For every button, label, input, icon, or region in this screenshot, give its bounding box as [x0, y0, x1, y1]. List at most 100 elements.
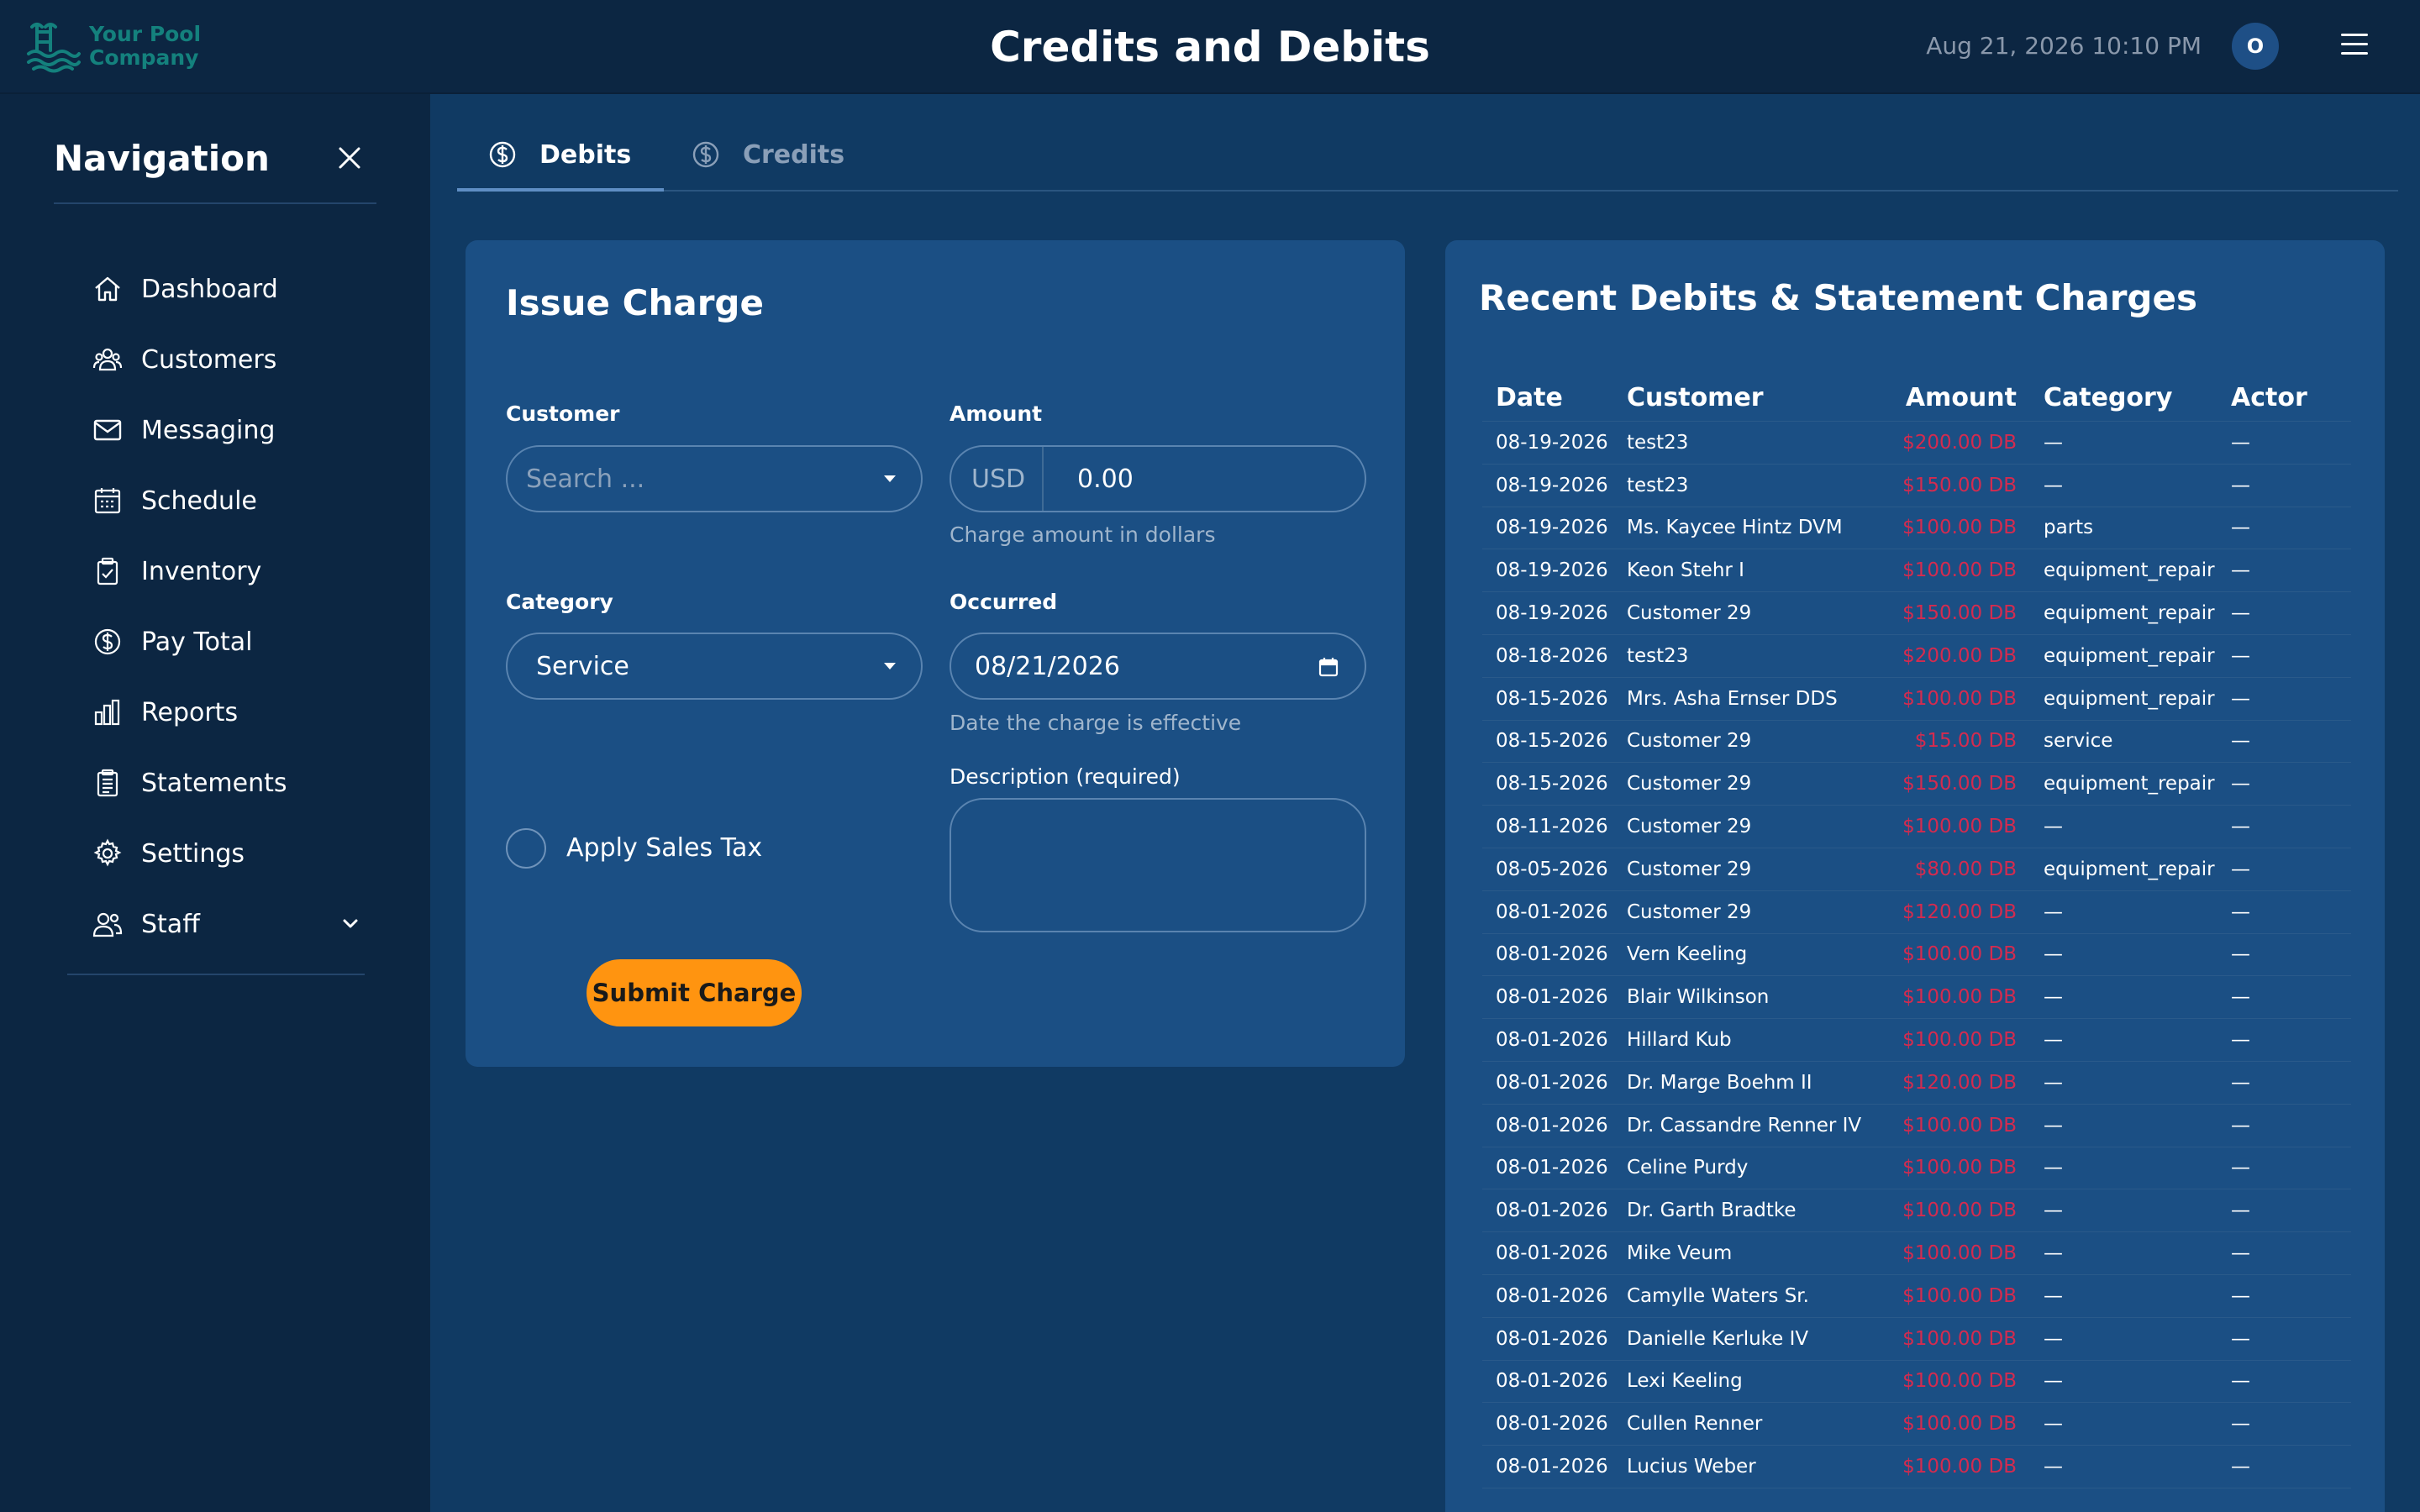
sidebar: Navigation Dashboard Customers Messaging… — [0, 94, 430, 1512]
cell-amount: $100.00 DB — [1902, 1413, 2017, 1436]
tab-debits[interactable]: Debits — [487, 118, 631, 192]
sidebar-item-settings[interactable]: Settings — [92, 818, 361, 889]
apply-sales-tax-checkbox[interactable] — [506, 828, 546, 869]
cell-date: 08-01-2026 — [1496, 943, 1608, 966]
sidebar-item-inventory[interactable]: Inventory — [92, 536, 361, 606]
sidebar-item-label: Messaging — [141, 415, 276, 445]
table-row[interactable]: 08-01-2026 Customer 29 $120.00 DB — — — [1482, 891, 2351, 934]
sidebar-item-schedule[interactable]: Schedule — [92, 465, 361, 536]
table-row[interactable]: 08-19-2026 Ms. Kaycee Hintz DVM $100.00 DB… — [1482, 507, 2351, 550]
cell-amount: $150.00 DB — [1902, 474, 2017, 496]
cell-date: 08-01-2026 — [1496, 1413, 1608, 1436]
cell-category: — — [2044, 1413, 2063, 1436]
category-select[interactable]: Service — [506, 633, 923, 700]
cell-amount: $100.00 DB — [1902, 943, 2017, 966]
table-row[interactable]: 08-01-2026 Lexi Keeling $100.00 DB — — — [1482, 1361, 2351, 1404]
table-row[interactable]: 08-01-2026 Cullen Renner $100.00 DB — — — [1482, 1403, 2351, 1446]
table-row[interactable]: 08-05-2026 Customer 29 $80.00 DB equipment_… — [1482, 848, 2351, 891]
sidebar-item-reports[interactable]: Reports — [92, 677, 361, 748]
cell-customer: test23 — [1627, 474, 1689, 496]
column-header-date[interactable]: Date — [1482, 383, 1627, 412]
close-icon[interactable] — [333, 141, 366, 175]
table-row[interactable]: 08-01-2026 Lucius Weber $100.00 DB — — — [1482, 1446, 2351, 1488]
table-row[interactable]: 08-18-2026 test23 $200.00 DB equipment_repa… — [1482, 635, 2351, 678]
occurred-date-input[interactable]: 08/21/2026 — [950, 633, 1366, 700]
cell-category: equipment_repair — [2044, 773, 2215, 795]
table-row[interactable]: 08-01-2026 Celine Purdy $100.00 DB — — — [1482, 1147, 2351, 1190]
people-icon — [92, 912, 123, 937]
column-header-amount[interactable]: Amount — [1896, 383, 2017, 412]
cell-customer: Customer 29 — [1627, 900, 1752, 923]
customer-search-select[interactable]: Search ... — [506, 445, 923, 512]
divider — [67, 974, 365, 975]
amount-value[interactable]: 0.00 — [1044, 465, 1134, 494]
table-row[interactable]: 08-01-2026 Dr. Garth Bradtke $100.00 DB — — — [1482, 1189, 2351, 1233]
description-textarea[interactable] — [950, 798, 1366, 932]
cell-customer: Vern Keeling — [1627, 943, 1748, 966]
table-row[interactable]: 08-11-2026 Customer 29 $100.00 DB — — — [1482, 806, 2351, 848]
table-row[interactable]: 08-01-2026 Camylle Waters Sr. $100.00 DB — — — [1482, 1275, 2351, 1318]
customer-search-placeholder: Search ... — [526, 464, 645, 494]
cell-actor: — — [2231, 730, 2250, 753]
sidebar-item-dashboard[interactable]: Dashboard — [92, 254, 361, 324]
apply-sales-tax-label[interactable]: Apply Sales Tax — [566, 833, 762, 863]
caret-down-icon — [884, 663, 896, 669]
cell-category: equipment_repair — [2044, 559, 2215, 582]
company-logo[interactable]: Your Pool Company — [25, 18, 249, 74]
table-row[interactable]: 08-01-2026 Danielle Kerluke IV $100.00 DB —… — [1482, 1318, 2351, 1361]
table-row[interactable]: 08-19-2026 test23 $150.00 DB — — — [1482, 465, 2351, 507]
hamburger-menu-icon[interactable] — [2341, 34, 2368, 59]
sidebar-item-pay-total[interactable]: Pay Total — [92, 606, 361, 677]
column-header-customer[interactable]: Customer — [1627, 383, 1896, 412]
cell-amount: $200.00 DB — [1902, 644, 2017, 667]
sidebar-item-customers[interactable]: Customers — [92, 324, 361, 395]
cell-amount: $100.00 DB — [1902, 1456, 2017, 1478]
cell-date: 08-15-2026 — [1496, 773, 1608, 795]
tab-credits[interactable]: Credits — [691, 118, 844, 192]
submit-charge-button[interactable]: Submit Charge — [587, 959, 802, 1026]
column-header-actor[interactable]: Actor — [2223, 383, 2351, 412]
table-row[interactable]: 08-15-2026 Customer 29 $15.00 DB service — — [1482, 721, 2351, 764]
dollar-circle-icon — [489, 141, 516, 168]
sidebar-item-label: Dashboard — [141, 274, 278, 304]
amount-input[interactable]: USD 0.00 — [950, 445, 1366, 512]
cell-amount: $150.00 DB — [1902, 602, 2017, 625]
cell-amount: $100.00 DB — [1902, 1114, 2017, 1137]
table-row[interactable]: 08-01-2026 Mike Veum $100.00 DB — — — [1482, 1232, 2351, 1275]
cell-customer: Dr. Marge Boehm II — [1627, 1071, 1812, 1094]
cell-date: 08-01-2026 — [1496, 1071, 1608, 1094]
recent-debits-title: Recent Debits & Statement Charges — [1479, 277, 2197, 318]
table-row[interactable]: 08-01-2026 Hillard Kub $100.00 DB — — — [1482, 1019, 2351, 1062]
gear-icon — [93, 838, 122, 867]
table-row[interactable]: 08-15-2026 Customer 29 $150.00 DB equipment… — [1482, 763, 2351, 806]
column-header-category[interactable]: Category — [2017, 383, 2223, 412]
cell-actor: — — [2231, 1200, 2250, 1222]
cell-date: 08-15-2026 — [1496, 687, 1608, 710]
chevron-down-icon[interactable] — [339, 913, 361, 935]
table-row[interactable]: 08-01-2026 Dr. Cassandre Renner IV $100.00… — [1482, 1105, 2351, 1147]
table-row[interactable]: 08-19-2026 test23 $200.00 DB — — — [1482, 422, 2351, 465]
table-row[interactable]: 08-19-2026 Keon Stehr I $100.00 DB equipmen… — [1482, 549, 2351, 593]
table-row[interactable]: 08-19-2026 Customer 29 $150.00 DB equipment… — [1482, 592, 2351, 635]
user-avatar[interactable]: O — [2232, 23, 2279, 70]
table-row[interactable]: 08-01-2026 Blair Wilkinson $100.00 DB — — — [1482, 976, 2351, 1020]
table-header-row: Date Customer Amount Category Actor — [1482, 375, 2351, 422]
cell-customer: Customer 29 — [1627, 816, 1752, 838]
cell-amount: $100.00 DB — [1902, 687, 2017, 710]
table-row[interactable]: 08-15-2026 Mrs. Asha Ernser DDS $100.00 DB… — [1482, 678, 2351, 721]
sidebar-item-label: Statements — [141, 768, 287, 798]
cell-customer: Hillard Kub — [1627, 1029, 1732, 1052]
table-row[interactable]: 08-01-2026 Vern Keeling $100.00 DB — — — [1482, 934, 2351, 977]
cell-category: — — [2044, 986, 2063, 1009]
table-body: 08-19-2026 test23 $200.00 DB — — 08-19-2026 te… — [1482, 422, 2351, 1488]
calendar-icon — [94, 488, 121, 514]
dollar-circle-icon — [94, 628, 121, 655]
cell-category: — — [2044, 1370, 2063, 1393]
sidebar-item-messaging[interactable]: Messaging — [92, 395, 361, 465]
table-row[interactable]: 08-01-2026 Dr. Marge Boehm II $120.00 DB — — — [1482, 1062, 2351, 1105]
sidebar-item-staff[interactable]: Staff — [92, 889, 361, 959]
cell-category: — — [2044, 943, 2063, 966]
calendar-icon[interactable] — [1318, 656, 1339, 678]
description-label: Description (required) — [950, 764, 1181, 789]
sidebar-item-statements[interactable]: Statements — [92, 748, 361, 818]
